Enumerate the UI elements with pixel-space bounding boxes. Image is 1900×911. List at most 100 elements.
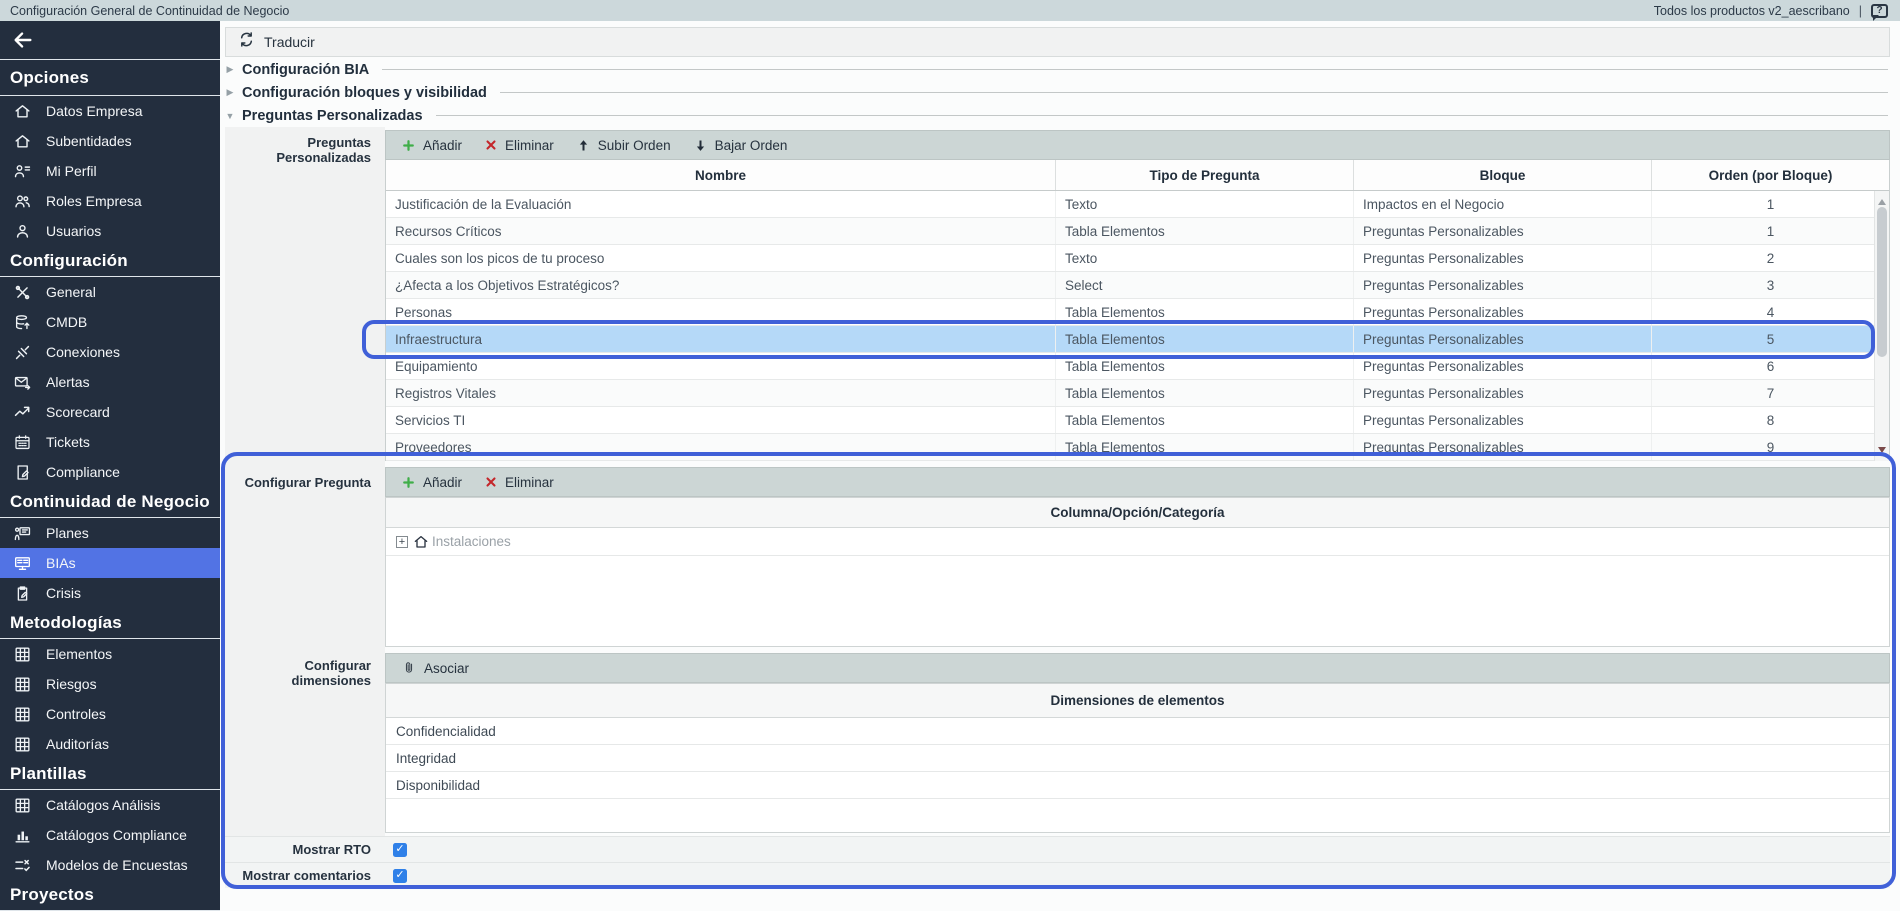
sidebar-item-planes[interactable]: Planes [0, 518, 220, 548]
mostrar-comentarios-checkbox[interactable] [393, 869, 407, 883]
grid-icon [12, 704, 33, 725]
dimension-row[interactable]: Disponibilidad [386, 772, 1889, 799]
grid-icon [12, 734, 33, 755]
translate-button[interactable]: Traducir [225, 27, 1890, 57]
products-user-menu[interactable]: Todos los productos v2_aescribano [1654, 4, 1850, 18]
user-icon [12, 221, 33, 242]
arrow-down-icon [693, 138, 708, 153]
move-down-button[interactable]: Bajar Orden [682, 131, 799, 159]
sidebar-item-catalogos-compliance[interactable]: Catálogos Compliance [0, 820, 220, 850]
plus-icon [401, 475, 416, 490]
scrollbar-thumb[interactable] [1877, 207, 1887, 357]
people-icon [12, 191, 33, 212]
sidebar-item-elementos[interactable]: Elementos [0, 639, 220, 669]
question-row[interactable]: Proveedores Tabla Elementos Preguntas Pe… [386, 434, 1889, 461]
plus-icon [401, 138, 416, 153]
sidebar-section-continuidad: Continuidad de Negocio [0, 487, 220, 518]
move-up-button[interactable]: Subir Orden [565, 131, 682, 159]
sidebar-section-proyectos: Proyectos [0, 880, 220, 911]
vertical-scrollbar[interactable] [1874, 191, 1889, 461]
accordion-preguntas-personalizadas[interactable]: ▼ Preguntas Personalizadas [225, 104, 1890, 127]
sidebar-item-subentidades[interactable]: Subentidades [0, 126, 220, 156]
sidebar-item-scorecard[interactable]: Scorecard [0, 397, 220, 427]
column-header-nombre[interactable]: Nombre [386, 160, 1055, 190]
sidebar-section-metodologias: Metodologías [0, 608, 220, 639]
app-window: Configuración General de Continuidad de … [0, 0, 1900, 911]
question-row[interactable]: Registros Vitales Tabla Elementos Pregun… [386, 380, 1889, 407]
mail-icon [12, 372, 33, 393]
scroll-down-icon[interactable] [1878, 447, 1886, 457]
accordion-configuracion-bloques[interactable]: ▶ Configuración bloques y visibilidad [225, 81, 1890, 104]
sidebar-item-roles-empresa[interactable]: Roles Empresa [0, 186, 220, 216]
question-row[interactable]: ¿Afecta a los Objetivos Estratégicos? Se… [386, 272, 1889, 299]
sidebar-item-conexiones[interactable]: Conexiones [0, 337, 220, 367]
back-button[interactable] [0, 21, 220, 60]
divider [382, 69, 1888, 70]
bar-chart-icon [12, 825, 33, 846]
sidebar-item-modelos-de-encuestas[interactable]: Modelos de Encuestas [0, 850, 220, 880]
question-row[interactable]: Justificación de la Evaluación Texto Imp… [386, 191, 1889, 218]
delete-question-button[interactable]: Eliminar [473, 131, 565, 159]
associate-button[interactable]: Asociar [390, 654, 480, 682]
grid-icon [12, 674, 33, 695]
tools-icon [12, 282, 33, 303]
configure-question-toolbar: Añadir Eliminar [385, 467, 1890, 497]
question-row-selected[interactable]: Infraestructura Tabla Elementos Pregunta… [386, 326, 1889, 353]
paperclip-icon [401, 660, 417, 676]
separator: | [1859, 4, 1862, 18]
clipboard-pen-icon [12, 583, 33, 604]
x-icon [484, 475, 498, 489]
dimension-row[interactable]: Confidencialidad [386, 718, 1889, 745]
divider [500, 92, 1888, 93]
scroll-up-icon[interactable] [1878, 195, 1886, 205]
sidebar-item-catalogos-analisis[interactable]: Catálogos Análisis [0, 790, 220, 820]
grid-icon [12, 644, 33, 665]
sidebar-section-opciones: Opciones [0, 60, 220, 96]
question-row[interactable]: Recursos Críticos Tabla Elementos Pregun… [386, 218, 1889, 245]
mostrar-rto-label: Mostrar RTO [225, 842, 385, 857]
questions-toolbar: Añadir Eliminar Subir Orden Bajar Orden [385, 130, 1890, 160]
mostrar-rto-checkbox[interactable] [393, 843, 407, 857]
sidebar-item-compliance[interactable]: Compliance [0, 457, 220, 487]
sidebar-item-crisis[interactable]: Crisis [0, 578, 220, 608]
sidebar-item-auditorias[interactable]: Auditorías [0, 729, 220, 759]
mostrar-comentarios-row: Mostrar comentarios [225, 862, 1890, 888]
sidebar-item-riesgos[interactable]: Riesgos [0, 669, 220, 699]
sidebar-item-usuarios[interactable]: Usuarios [0, 216, 220, 246]
sidebar-item-alertas[interactable]: Alertas [0, 367, 220, 397]
chevron-down-icon: ▼ [225, 111, 235, 121]
question-row[interactable]: Personas Tabla Elementos Preguntas Perso… [386, 299, 1889, 326]
expand-plus-icon[interactable] [396, 536, 408, 548]
refresh-icon [238, 31, 255, 53]
sidebar-item-controles[interactable]: Controles [0, 699, 220, 729]
add-column-button[interactable]: Añadir [390, 468, 473, 496]
grid-icon [12, 795, 33, 816]
configure-dimensions-toolbar: Asociar [385, 653, 1890, 683]
question-row[interactable]: Equipamiento Tabla Elementos Preguntas P… [386, 353, 1889, 380]
column-header-orden[interactable]: Orden (por Bloque) [1651, 160, 1889, 190]
accordion-configuracion-bia[interactable]: ▶ Configuración BIA [225, 58, 1890, 81]
dimensions-table: Dimensiones de elementos Confidencialida… [385, 683, 1890, 833]
questions-table: Nombre Tipo de Pregunta Bloque Orden (po… [385, 160, 1890, 461]
sidebar-item-cmdb[interactable]: CMDB [0, 307, 220, 337]
home-icon [12, 101, 33, 122]
preguntas-form: Preguntas Personalizadas ? Añadir Elimin… [225, 127, 1890, 911]
sidebar-section-plantillas: Plantillas [0, 759, 220, 790]
sidebar: Opciones Datos Empresa Subentidades Mi P… [0, 21, 220, 911]
add-question-button[interactable]: Añadir [390, 131, 473, 159]
dimension-row[interactable]: Integridad [386, 745, 1889, 772]
help-icon[interactable]: ? [1871, 4, 1888, 18]
question-row[interactable]: Cuales son los picos de tu proceso Texto… [386, 245, 1889, 272]
sidebar-item-datos-empresa[interactable]: Datos Empresa [0, 96, 220, 126]
sidebar-item-tickets[interactable]: Tickets [0, 427, 220, 457]
sidebar-item-bias[interactable]: BIAs [0, 548, 220, 578]
column-header-bloque[interactable]: Bloque [1353, 160, 1651, 190]
column-header-tipo[interactable]: Tipo de Pregunta [1055, 160, 1353, 190]
questions-table-header: Nombre Tipo de Pregunta Bloque Orden (po… [386, 160, 1889, 191]
sidebar-item-mi-perfil[interactable]: Mi Perfil [0, 156, 220, 186]
tree-item-instalaciones[interactable]: Instalaciones [386, 528, 1889, 556]
question-row[interactable]: Servicios TI Tabla Elementos Preguntas P… [386, 407, 1889, 434]
survey-checklist-icon [12, 855, 33, 876]
sidebar-item-general[interactable]: General [0, 277, 220, 307]
delete-column-button[interactable]: Eliminar [473, 468, 565, 496]
